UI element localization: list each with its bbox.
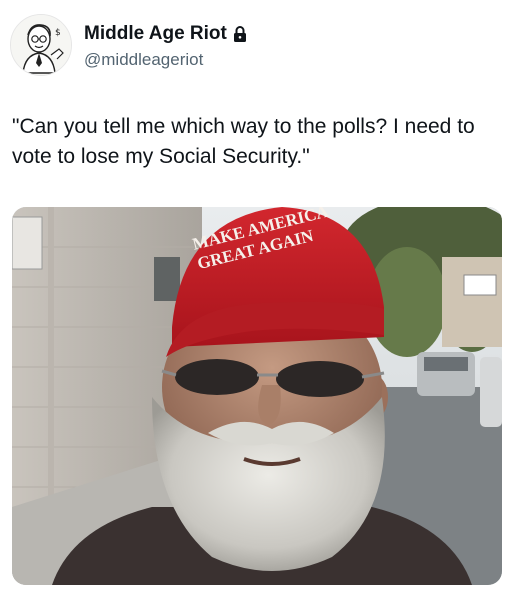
author-name-row: Middle Age Riot: [84, 23, 247, 45]
photo-illustration: MAKE AMERICA GREAT AGAIN: [12, 207, 502, 585]
svg-text:$: $: [55, 28, 61, 38]
tweet-card: $ Middle Age Riot @middleageriot "Can yo…: [0, 0, 514, 600]
lock-icon: [233, 26, 247, 42]
avatar[interactable]: $: [10, 14, 72, 76]
display-name[interactable]: Middle Age Riot: [84, 23, 227, 45]
tweet-text: "Can you tell me which way to the polls?…: [12, 115, 475, 168]
author-handle[interactable]: @middleageriot: [84, 50, 203, 70]
tweet-photo[interactable]: MAKE AMERICA GREAT AGAIN: [12, 207, 502, 585]
cartoon-man-avatar-icon: $: [11, 15, 71, 75]
